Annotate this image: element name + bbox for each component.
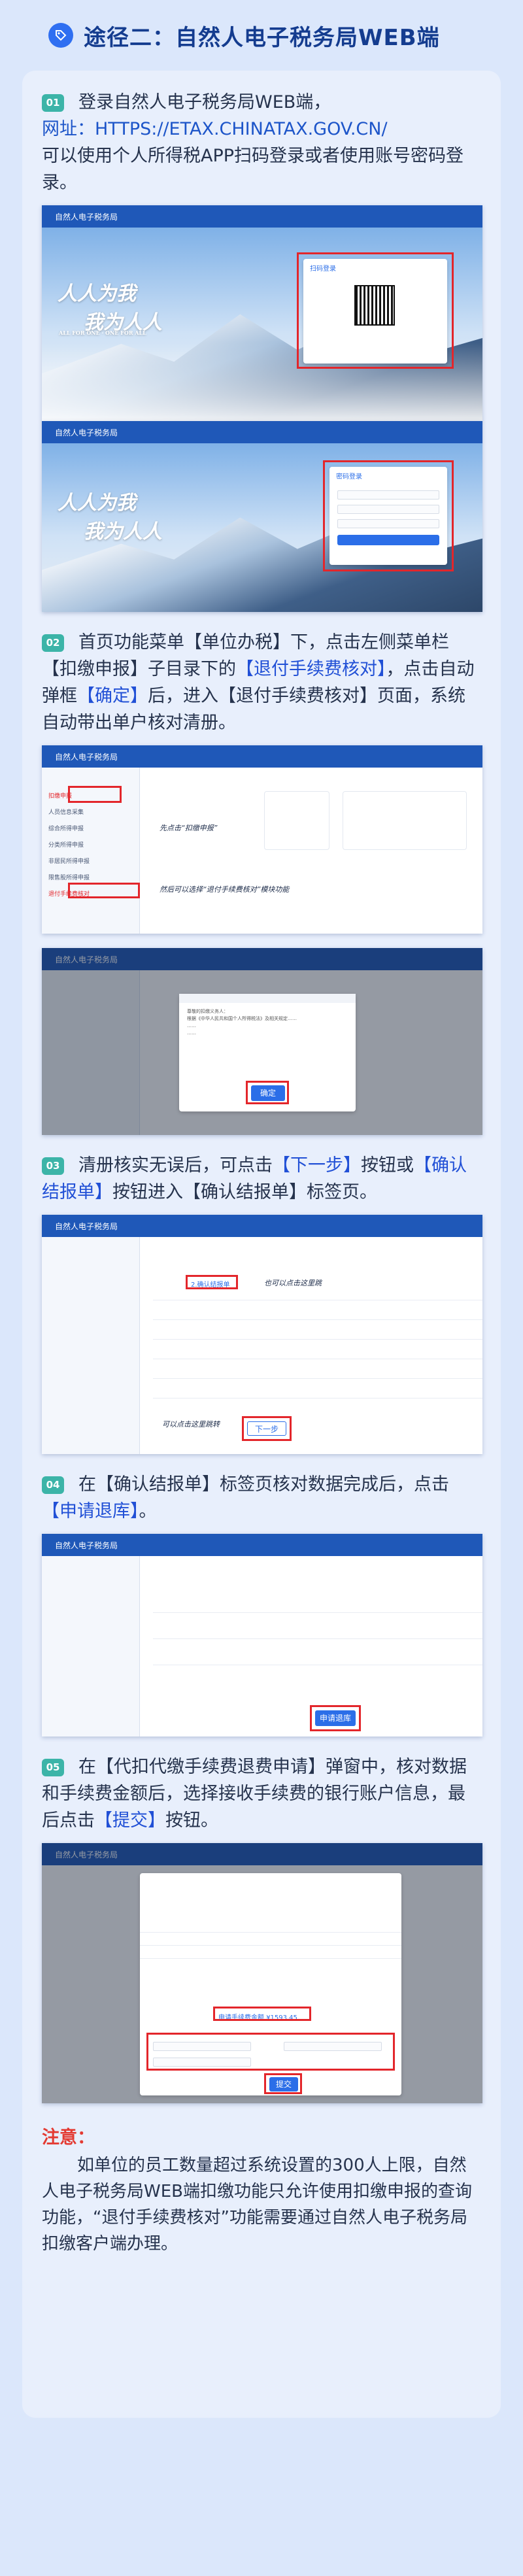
site-topbar: 自然人电子税务局 xyxy=(42,1534,482,1556)
step-5-badge: 05 xyxy=(42,1759,64,1776)
screenshot-menu: 自然人电子税务局 扣缴申报 人员信息采集 综合所得申报 分类所得申报 非居民所得… xyxy=(42,745,482,934)
annotation-confirm: 也可以点击这里跳 xyxy=(264,1279,322,1287)
section-title: 途径二：自然人电子税务局WEB端 xyxy=(84,24,440,51)
highlight-tab-confirm xyxy=(186,1275,238,1289)
step-2-badge: 02 xyxy=(42,634,64,652)
screenshot-checklist: 自然人电子税务局 2.确认结报单 也可以点击这里跳 下一步 可以点击这里跳转 xyxy=(42,1215,482,1454)
step-4-text: 04 在【确认结报单】标签页核对数据完成后，点击【申请退库】。 xyxy=(42,1474,449,1521)
site-topbar: 自然人电子税务局 xyxy=(42,205,482,228)
step-1-badge: 01 xyxy=(42,94,64,112)
annotation-2: 然后可以选择“退付手续费核对”模块功能 xyxy=(160,885,290,894)
note-title: 注意： xyxy=(42,2127,95,2148)
step-1-text: 01 登录自然人电子税务局WEB端， 网址：HTTPS://ETAX.CHINAT… xyxy=(42,92,464,193)
site-topbar: 自然人电子税务局 xyxy=(42,1215,482,1237)
highlight-next xyxy=(242,1416,292,1441)
page: 途径二：自然人电子税务局WEB端 01 登录自然人电子税务局WEB端， 网址：HT… xyxy=(0,0,523,2576)
screenshot-apply-refund: 自然人电子税务局 申请退库 xyxy=(42,1534,482,1737)
highlight-account xyxy=(146,2033,395,2071)
highlight-submit xyxy=(264,2073,302,2094)
annotation-next: 可以点击这里跳转 xyxy=(162,1420,220,1429)
screenshot-submit: 自然人电子税务局 申请手续费金额 ¥1593.45 提交 xyxy=(42,1843,482,2103)
website-url[interactable]: 网址：HTTPS://ETAX.CHINATAX.GOV.CN/ xyxy=(42,119,388,139)
slogan: 人人为我 我为人人 xyxy=(58,282,162,334)
tag-icon xyxy=(48,23,73,48)
site-topbar: 自然人电子税务局 xyxy=(42,421,482,443)
steps-card: 01 登录自然人电子税务局WEB端， 网址：HTTPS://ETAX.CHINAT… xyxy=(22,71,501,2418)
highlight-password-login xyxy=(323,460,454,571)
screenshot-qr-login: 自然人电子税务局 人人为我 我为人人 ALL FOR ONE · ONE FOR … xyxy=(42,205,482,421)
highlight-amount xyxy=(213,2007,311,2021)
step-5-text: 05 在【代扣代缴手续费退费申请】弹窗中，核对数据和手续费金额后，选择接收手续费的… xyxy=(42,1757,467,1831)
note-section: 注意： 如单位的员工数量超过系统设置的300人上限，自然人电子税务局WEB端扣缴… xyxy=(42,2123,481,2257)
note-text: 如单位的员工数量超过系统设置的300人上限，自然人电子税务局WEB端扣缴功能只允… xyxy=(42,2156,472,2254)
screenshot-confirm-dialog: 自然人电子税务局 尊敬的扣缴义务人： 根据《中华人民共和国个人所得税法》及相关规定… xyxy=(42,948,482,1135)
step-3-badge: 03 xyxy=(42,1157,64,1175)
section-header: 途径二：自然人电子税务局WEB端 xyxy=(22,0,501,71)
screenshot-password-login: 自然人电子税务局 人人为我 我为人人 密码登录 xyxy=(42,421,482,612)
highlight-kjsb xyxy=(68,786,122,803)
step-4-badge: 04 xyxy=(42,1476,64,1494)
highlight-apply xyxy=(310,1705,361,1731)
highlight-confirm xyxy=(246,1081,289,1104)
highlight-tfsxf xyxy=(68,883,140,898)
site-topbar: 自然人电子税务局 xyxy=(42,745,482,768)
step-3-text: 03 清册核实无误后，可点击【下一步】按钮或【确认结报单】按钮进入【确认结报单】标… xyxy=(42,1155,467,1202)
step-2-text: 02 首页功能菜单【单位办税】下，点击左侧菜单栏【扣缴申报】子目录下的【退付手续费… xyxy=(42,632,475,733)
highlight-qr-login xyxy=(297,252,454,369)
annotation-1: 先点击“扣缴申报” xyxy=(160,824,218,832)
